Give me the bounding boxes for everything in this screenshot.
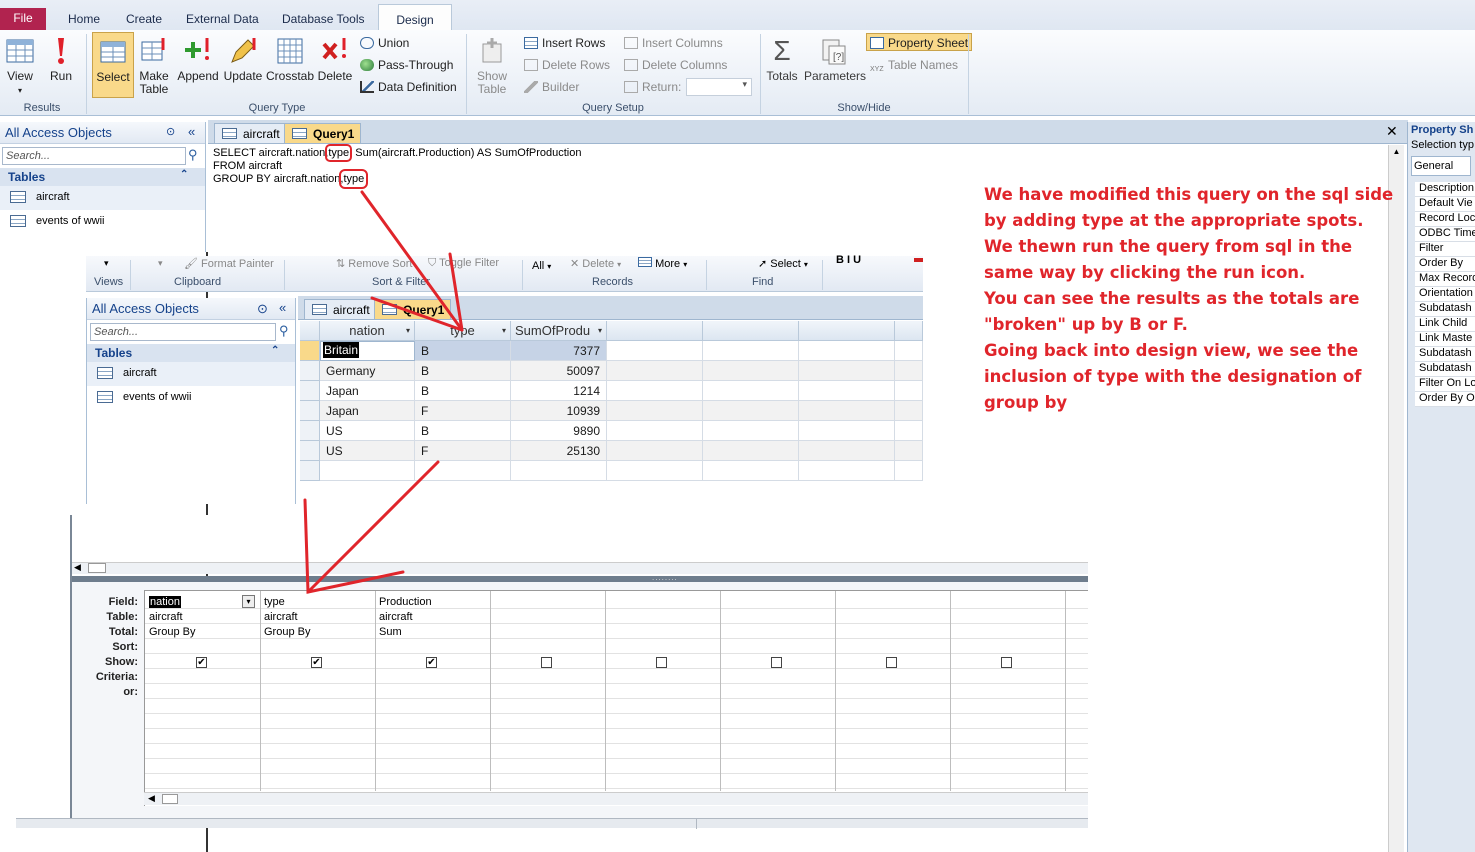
arrow-line: [360, 190, 464, 332]
annotation-arrows: [303, 190, 464, 594]
arrow-line: [306, 460, 440, 594]
